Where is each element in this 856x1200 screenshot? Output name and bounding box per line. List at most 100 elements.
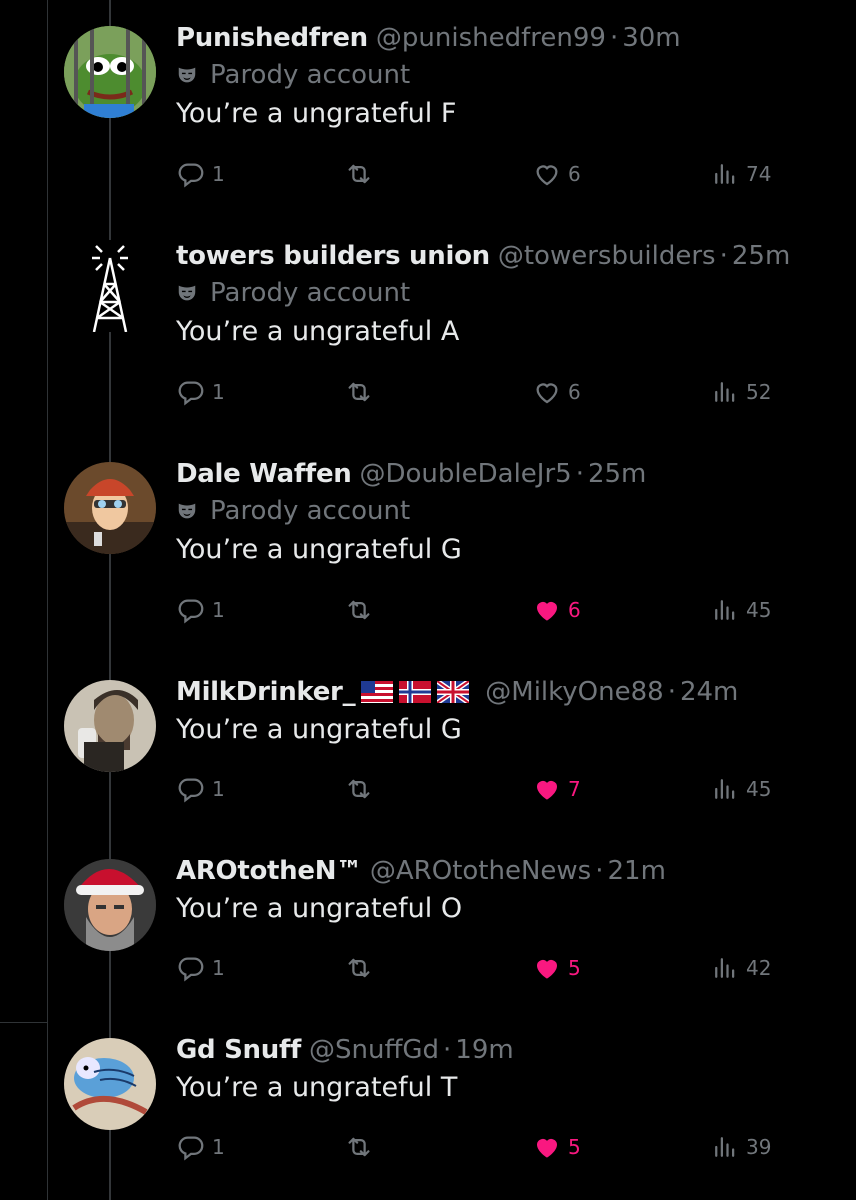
- action-bar: 1 6 52: [176, 377, 776, 413]
- avatar[interactable]: [64, 240, 156, 332]
- action-bar: 1 7 45: [176, 774, 776, 810]
- retweet-button[interactable]: [344, 159, 374, 189]
- parody-mask-icon: [176, 282, 198, 304]
- avatar[interactable]: [64, 1038, 156, 1130]
- retweet-button[interactable]: [344, 1132, 374, 1162]
- reply-button[interactable]: 1: [176, 377, 225, 407]
- views-button[interactable]: 39: [710, 1132, 771, 1162]
- timestamp[interactable]: 25m: [732, 240, 790, 272]
- tweet-header: Gd Snuff @SnuffGd · 19m: [176, 1034, 836, 1066]
- separator-dot: ·: [575, 459, 584, 489]
- heart-filled-icon: [532, 953, 562, 983]
- heart-filled-icon: [532, 774, 562, 804]
- reply-icon: [176, 953, 206, 983]
- views-icon: [710, 1132, 740, 1162]
- parody-badge: Parody account: [176, 494, 836, 528]
- retweet-icon: [344, 774, 374, 804]
- user-handle[interactable]: @SnuffGd: [309, 1034, 439, 1066]
- display-name[interactable]: Gd Snuff: [176, 1034, 301, 1066]
- timestamp[interactable]: 24m: [680, 676, 738, 708]
- retweet-icon: [344, 377, 374, 407]
- user-handle[interactable]: @MilkyOne88: [485, 676, 663, 708]
- like-button[interactable]: 5: [532, 1132, 581, 1162]
- avatar[interactable]: [64, 26, 156, 118]
- views-button[interactable]: 45: [710, 774, 771, 804]
- display-name[interactable]: MilkDrinker_: [176, 676, 356, 708]
- tweet-header: Punishedfren @punishedfren99 · 30m: [176, 22, 836, 54]
- thread-connector-line: [109, 0, 111, 1200]
- avatar[interactable]: [64, 859, 156, 951]
- norway-flag-icon: [399, 681, 432, 703]
- budgie-avatar-image: [64, 1038, 156, 1130]
- views-button[interactable]: 74: [710, 159, 771, 189]
- display-name[interactable]: towers builders union: [176, 240, 490, 272]
- like-count: 6: [568, 380, 581, 404]
- reply-button[interactable]: 1: [176, 774, 225, 804]
- like-button[interactable]: 6: [532, 377, 581, 407]
- display-name[interactable]: Punishedfren: [176, 22, 368, 54]
- reply-button[interactable]: 1: [176, 159, 225, 189]
- parody-label: Parody account: [210, 496, 411, 526]
- separator-dot: ·: [443, 1035, 452, 1065]
- reply-count: 1: [212, 956, 225, 980]
- views-icon: [710, 377, 740, 407]
- reply-button[interactable]: 1: [176, 953, 225, 983]
- flag-emojis: [361, 681, 470, 703]
- views-icon: [710, 595, 740, 625]
- parody-mask-icon: [176, 500, 198, 522]
- tweet-header: AROtotheN™ @AROtotheNews · 21m: [176, 855, 836, 887]
- reply-icon: [176, 774, 206, 804]
- view-count: 45: [746, 598, 772, 622]
- avatar[interactable]: [64, 680, 156, 772]
- santa-hat-man-avatar-image: [64, 859, 156, 951]
- retweet-button[interactable]: [344, 595, 374, 625]
- avatar[interactable]: [64, 462, 156, 554]
- pepe-avatar-image: [64, 26, 156, 118]
- like-button[interactable]: 7: [532, 774, 581, 804]
- user-handle[interactable]: @towersbuilders: [498, 240, 716, 272]
- radio-tower-avatar-image: [64, 240, 156, 332]
- reply-button[interactable]: 1: [176, 1132, 225, 1162]
- separator-dot: ·: [667, 677, 676, 707]
- action-bar: 1 5 42: [176, 953, 776, 989]
- display-name[interactable]: AROtotheN™: [176, 855, 362, 887]
- action-bar: 1 6 45: [176, 595, 776, 631]
- user-handle[interactable]: @punishedfren99: [376, 22, 606, 54]
- timestamp[interactable]: 19m: [455, 1034, 513, 1066]
- views-button[interactable]: 45: [710, 595, 771, 625]
- retweet-button[interactable]: [344, 774, 374, 804]
- heart-icon: [532, 159, 562, 189]
- user-handle[interactable]: @DoubleDaleJr5: [360, 458, 572, 490]
- tweet-header: towers builders union @towersbuilders · …: [176, 240, 836, 272]
- parody-badge: Parody account: [176, 276, 836, 310]
- reply-icon: [176, 1132, 206, 1162]
- user-handle[interactable]: @AROtotheNews: [370, 855, 591, 887]
- timestamp[interactable]: 25m: [588, 458, 646, 490]
- tweet-text: You’re a ungrateful O: [176, 893, 463, 924]
- display-name[interactable]: Dale Waffen: [176, 458, 352, 490]
- parody-label: Parody account: [210, 278, 411, 308]
- like-count: 6: [568, 598, 581, 622]
- heart-icon: [532, 377, 562, 407]
- view-count: 42: [746, 956, 772, 980]
- retweet-button[interactable]: [344, 377, 374, 407]
- views-icon: [710, 774, 740, 804]
- reply-count: 1: [212, 598, 225, 622]
- views-button[interactable]: 42: [710, 953, 771, 983]
- timestamp[interactable]: 21m: [607, 855, 665, 887]
- reply-button[interactable]: 1: [176, 595, 225, 625]
- like-button[interactable]: 5: [532, 953, 581, 983]
- reply-icon: [176, 377, 206, 407]
- view-count: 39: [746, 1135, 772, 1159]
- retweet-button[interactable]: [344, 953, 374, 983]
- like-button[interactable]: 6: [532, 595, 581, 625]
- retweet-icon: [344, 953, 374, 983]
- action-bar: 1 6 74: [176, 159, 776, 195]
- heart-filled-icon: [532, 595, 562, 625]
- timestamp[interactable]: 30m: [622, 22, 680, 54]
- reply-icon: [176, 159, 206, 189]
- view-count: 74: [746, 162, 772, 186]
- like-count: 5: [568, 1135, 581, 1159]
- views-button[interactable]: 52: [710, 377, 771, 407]
- like-button[interactable]: 6: [532, 159, 581, 189]
